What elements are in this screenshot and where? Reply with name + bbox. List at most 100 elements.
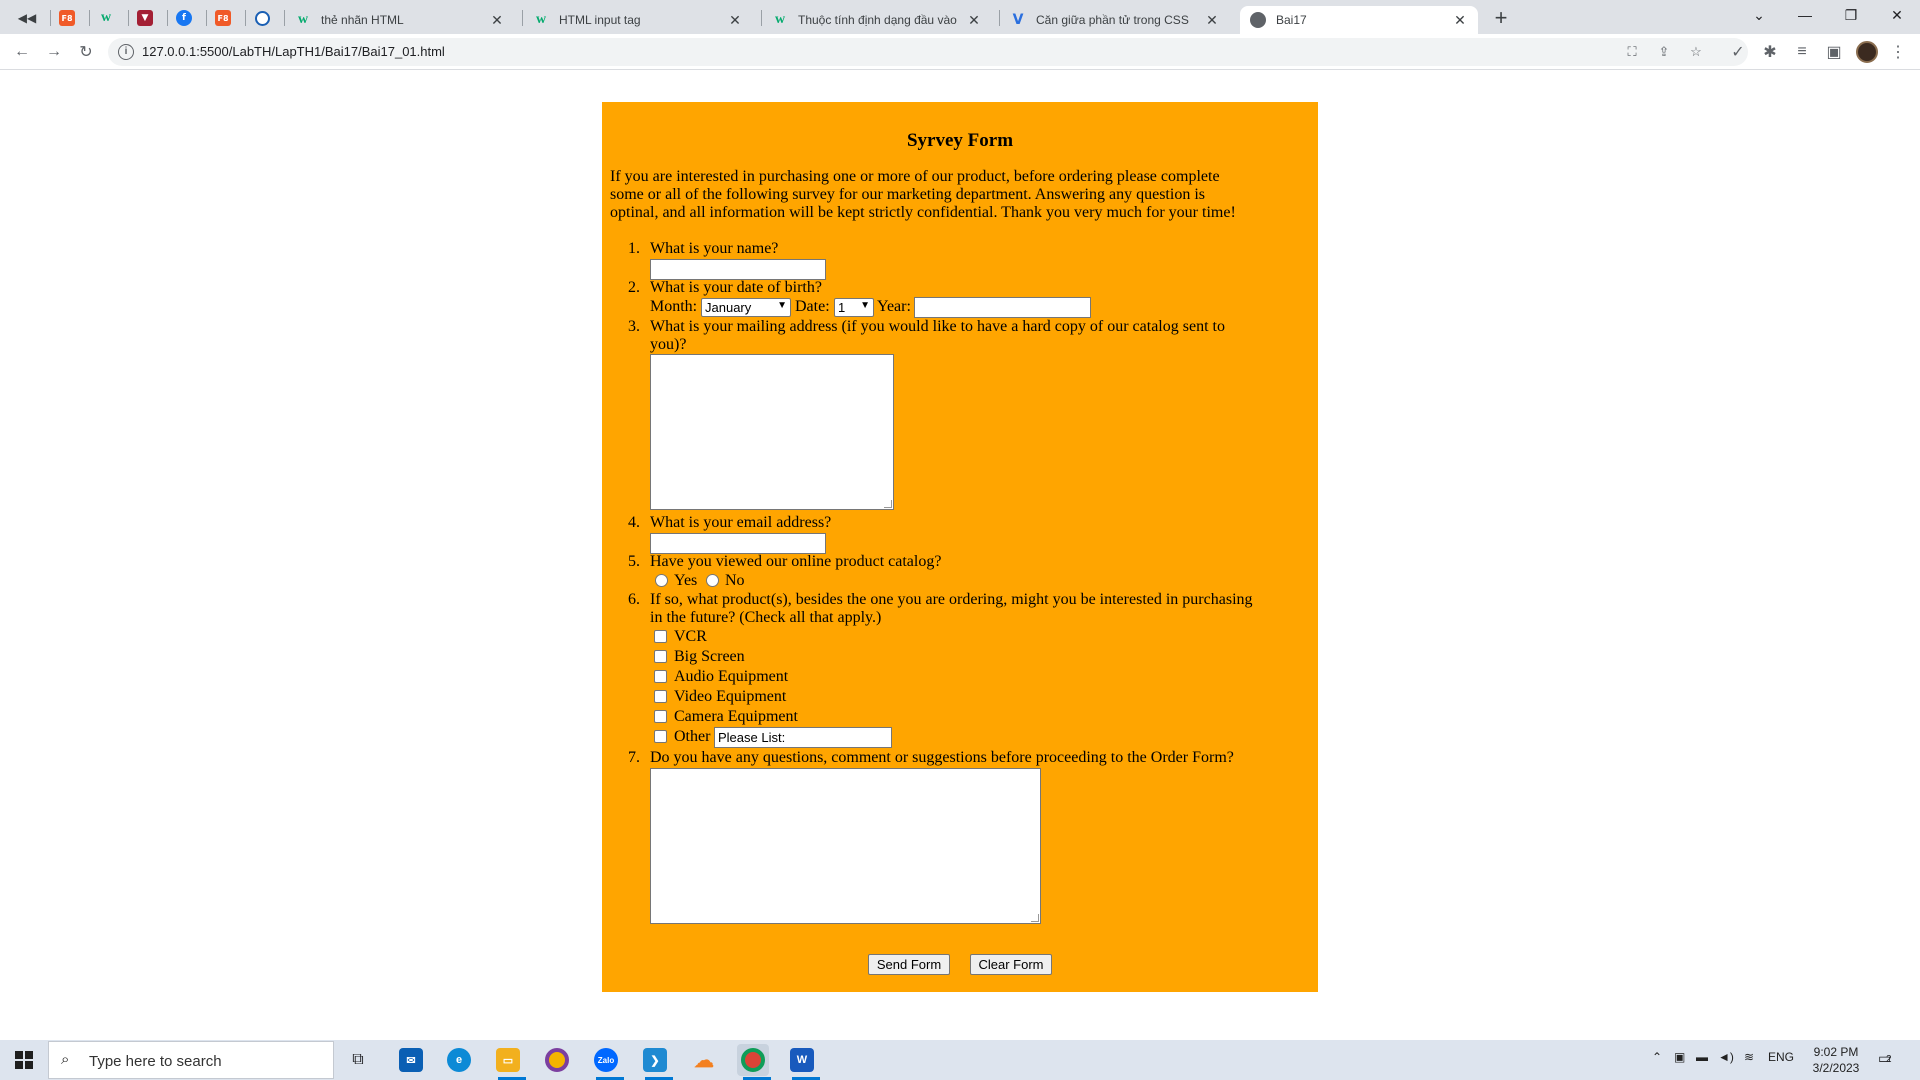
search-icon: ⌕ [61,1051,70,1068]
other-checkbox[interactable] [654,730,667,743]
tab-audio-back[interactable]: ◀◀ [10,5,44,31]
extension-check-button[interactable]: ✓ [1726,40,1750,64]
meet-now-icon[interactable]: ▣ [1674,1050,1685,1064]
taskbar-cloud[interactable]: ☁ [688,1044,720,1076]
restore-icon: ❐ [1844,6,1858,23]
vcr-checkbox[interactable] [654,630,667,643]
taskbar-chrome[interactable] [737,1044,771,1080]
wifi-icon[interactable]: ≋ [1744,1050,1754,1064]
vcr-label: VCR [674,628,707,645]
email-input[interactable] [650,533,826,554]
back-audio-icon: ◀◀ [17,11,37,25]
question-number: 1. [628,240,640,257]
tab-html-label[interactable]: w thẻ nhãn HTML ✕ [285,6,515,34]
w3schools-icon: w [297,12,309,27]
mail-icon: ✉ [399,1048,423,1072]
restore-button[interactable]: ❐ [1828,0,1874,30]
globe-icon [254,10,270,26]
close-icon[interactable]: ✕ [1204,12,1220,28]
info-icon[interactable]: i [118,44,134,60]
tab-bai17[interactable]: Bai17 ✕ [1240,6,1478,34]
side-panel-icon: ▣ [1826,44,1842,61]
camera-equipment-checkbox[interactable] [654,710,667,723]
tab-f8-1[interactable]: F8 [50,5,84,31]
tab-facebook[interactable]: f [167,5,201,31]
taskbar-edge[interactable]: e [443,1044,475,1076]
close-icon[interactable]: ✕ [966,12,982,28]
question-text: What is your name? [650,240,779,257]
battery-icon[interactable]: ▬ [1696,1050,1708,1064]
forward-button[interactable]: → [42,40,66,64]
extensions-button[interactable]: ✱ [1758,40,1782,64]
tab-search-button[interactable]: ⌄ [1736,0,1782,30]
send-form-button[interactable]: Send Form [868,954,950,975]
close-window-button[interactable]: ✕ [1874,0,1920,30]
date-select[interactable]: 1 ▼ [834,298,874,317]
arrow-left-icon: ← [14,43,30,60]
audio-equipment-checkbox[interactable] [654,670,667,683]
notification-center-button[interactable]: ▭ 2 [1878,1050,1898,1070]
comments-textarea[interactable] [650,768,1041,924]
tab-f8-2[interactable]: F8 [206,5,240,31]
close-icon[interactable]: ✕ [489,12,505,28]
menu-button[interactable]: ⋮ [1886,40,1910,64]
clock-time: 9:02 PM [1813,1045,1859,1059]
address-bar[interactable]: i 127.0.0.1:5500/LabTH/LapTH1/Bai17/Bai1… [108,38,1748,66]
share-icon[interactable]: ⇪ [1654,42,1674,62]
taskbar-chrome-canary[interactable] [541,1044,573,1076]
taskbar-clock[interactable]: 9:02 PM 3/2/2023 [1804,1044,1868,1076]
catalog-yes-radio[interactable] [655,574,668,587]
minimize-button[interactable]: — [1782,0,1828,30]
web-icon [1250,12,1266,28]
taskbar-mail[interactable]: ✉ [395,1044,427,1076]
taskbar-word[interactable]: W [786,1044,820,1080]
mailing-address-textarea[interactable] [650,354,894,510]
tray-chevron-up-icon[interactable]: ⌃ [1652,1050,1662,1064]
side-panel-button[interactable]: ▣ [1822,40,1846,64]
tab-shield[interactable]: ▼ [128,5,162,31]
translate-icon[interactable]: ⛶ [1622,42,1642,62]
reading-list-button[interactable]: ≡ [1790,40,1814,64]
taskbar-zalo[interactable]: Zalo [590,1044,624,1080]
kebab-menu-icon: ⋮ [1890,44,1906,61]
volume-icon[interactable]: ◄) [1718,1050,1734,1064]
reload-button[interactable]: ↻ [74,40,98,64]
back-button[interactable]: ← [10,40,34,64]
tab-html-input[interactable]: w HTML input tag ✕ [523,6,753,34]
tab-input-format[interactable]: w Thuộc tính định dạng đầu vào HT ✕ [762,6,992,34]
month-select[interactable]: January ▼ [701,298,791,317]
name-input[interactable] [650,259,826,280]
profile-avatar[interactable] [1856,41,1878,63]
resize-grip-icon[interactable] [1031,914,1039,922]
question-number: 5. [628,553,640,570]
other-input[interactable]: Please List: [714,727,892,748]
taskbar-search-box[interactable]: ⌕ Type here to search [48,1041,334,1079]
chrome-canary-icon [545,1048,569,1072]
new-tab-button[interactable]: + [1488,6,1514,32]
bookmark-star-icon[interactable]: ☆ [1686,42,1706,62]
video-equipment-checkbox[interactable] [654,690,667,703]
taskbar-vscode[interactable]: ❯ [639,1044,673,1080]
task-view-button[interactable]: ⧉ [342,1044,374,1076]
vietjack-icon: V [1012,12,1024,28]
page-viewport: Syrvey Form If you are interested in pur… [0,102,1920,1040]
close-icon[interactable]: ✕ [727,12,743,28]
language-indicator[interactable]: ENG [1768,1050,1794,1064]
year-input[interactable] [914,297,1091,318]
big-screen-checkbox[interactable] [654,650,667,663]
question-number: 7. [628,749,640,766]
yes-label: Yes [674,572,698,589]
close-icon[interactable]: ✕ [1452,12,1468,28]
start-button[interactable] [8,1044,40,1076]
url-text[interactable]: 127.0.0.1:5500/LabTH/LapTH1/Bai17/Bai17_… [142,44,445,59]
catalog-no-radio[interactable] [706,574,719,587]
clear-form-button[interactable]: Clear Form [970,954,1052,975]
tab-globe[interactable] [245,5,279,31]
resize-grip-icon[interactable] [884,500,892,508]
question-text-continued: you)? [650,336,687,353]
chevron-down-icon: ▼ [860,300,870,311]
tab-css-center[interactable]: V Căn giữa phần tử trong CSS ✕ [1000,6,1230,34]
tab-w3schools-1[interactable]: w [89,5,123,31]
taskbar-file-explorer[interactable]: ▭ [492,1044,526,1080]
w3schools-icon: w [100,10,112,25]
